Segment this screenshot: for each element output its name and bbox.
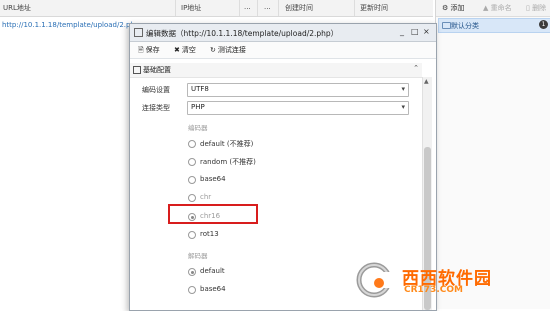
dialog-titlebar[interactable]: 编辑数据（http://10.1.1.18/template/upload/2.…	[130, 24, 436, 42]
refresh-icon: ↻	[210, 46, 216, 54]
count-badge: 1	[539, 20, 548, 29]
category-item-default[interactable]: 默认分类 1	[438, 18, 550, 33]
encoding-label: 编码设置	[142, 86, 170, 94]
minimize-button[interactable]: _	[400, 27, 404, 36]
column-url[interactable]: URL地址	[3, 3, 31, 13]
connection-type-value: PHP	[191, 103, 205, 111]
dialog-toolbar: 🗎 保存 ✖ 清空 ↻ 测试连接	[130, 42, 436, 59]
radio-circle[interactable]	[188, 176, 196, 184]
column-more-1[interactable]: ...	[244, 3, 251, 11]
encoder-option-label: base64	[200, 175, 226, 183]
encoder-option-label: chr	[200, 193, 212, 201]
encoder-option-label: default (不推荐)	[200, 140, 254, 148]
add-label: 添加	[450, 4, 465, 12]
chevron-down-icon: ▾	[401, 103, 405, 111]
chevron-down-icon: ▾	[401, 85, 405, 93]
connection-type-label: 连接类型	[142, 104, 170, 112]
config-icon	[133, 66, 141, 74]
dialog-title: 编辑数据（http://10.1.1.18/template/upload/2.…	[146, 29, 339, 38]
list-header: URL地址 IP地址 ... ... 创建时间 更新时间	[0, 0, 433, 17]
encoding-value: UTF8	[191, 85, 209, 93]
category-toolbar: ⚙ 添加 ▲ 重命名 ▯ 删除	[436, 0, 550, 17]
decoder-option-label: default	[200, 267, 225, 275]
encoder-option-label: random (不推荐)	[200, 158, 256, 166]
category-label: 默认分类	[451, 22, 479, 30]
column-divider	[278, 0, 279, 16]
chevron-up-icon: ⌃	[413, 64, 419, 72]
tag-icon: ▲	[483, 4, 489, 12]
add-button[interactable]: ⚙ 添加	[442, 3, 465, 13]
watermark-logo-icon	[356, 262, 394, 298]
delete-button[interactable]: ▯ 删除	[526, 3, 546, 13]
row-url: http://10.1.1.18/template/upload/2.php	[2, 21, 140, 29]
decoder-option-label: base64	[200, 285, 226, 293]
radio-circle-checked[interactable]	[188, 268, 196, 276]
rename-button[interactable]: ▲ 重命名	[483, 3, 512, 13]
radio-circle[interactable]	[188, 158, 196, 166]
test-connection-button[interactable]: ↻ 测试连接	[210, 45, 246, 55]
trash-icon: ▯	[526, 4, 530, 12]
save-icon: 🗎	[138, 46, 144, 54]
encoder-group-label: 编码器	[188, 124, 208, 132]
category-panel: ⚙ 添加 ▲ 重命名 ▯ 删除 默认分类 1	[435, 0, 550, 309]
encoder-option-label: rot13	[200, 230, 219, 238]
radio-circle[interactable]	[188, 286, 196, 294]
connection-type-select[interactable]: PHP ▾	[187, 101, 409, 115]
column-divider	[257, 0, 258, 16]
column-created[interactable]: 创建时间	[285, 3, 313, 13]
close-button[interactable]: ×	[423, 27, 430, 36]
column-divider	[354, 0, 355, 16]
clear-button[interactable]: ✖ 清空	[174, 45, 196, 55]
clear-label: 清空	[181, 46, 196, 54]
encoding-select[interactable]: UTF8 ▾	[187, 83, 409, 97]
gear-icon: ⚙	[442, 4, 449, 12]
clear-icon: ✖	[174, 46, 180, 54]
radio-circle[interactable]	[188, 231, 196, 239]
highlight-box	[168, 204, 258, 224]
rename-label: 重命名	[490, 4, 512, 12]
column-ip[interactable]: IP地址	[181, 3, 201, 13]
test-connection-label: 测试连接	[217, 46, 246, 54]
scroll-up-icon[interactable]: ▲	[424, 78, 429, 85]
basic-config-header[interactable]: 基础配置 ⌃	[130, 63, 422, 78]
section-title: 基础配置	[143, 66, 171, 74]
watermark-url: CR173.COM	[404, 285, 463, 295]
delete-label: 删除	[532, 4, 547, 12]
save-button[interactable]: 🗎 保存	[138, 45, 160, 57]
maximize-button[interactable]: □	[411, 27, 419, 36]
column-updated[interactable]: 更新时间	[360, 3, 388, 13]
radio-circle[interactable]	[188, 140, 196, 148]
radio-circle[interactable]	[188, 194, 196, 202]
column-divider	[175, 0, 176, 16]
column-more-2[interactable]: ...	[264, 3, 271, 11]
column-divider	[239, 0, 240, 16]
save-label: 保存	[145, 46, 160, 54]
decoder-group-label: 解码器	[188, 252, 208, 260]
folder-icon	[442, 22, 451, 29]
window-icon	[134, 28, 143, 37]
